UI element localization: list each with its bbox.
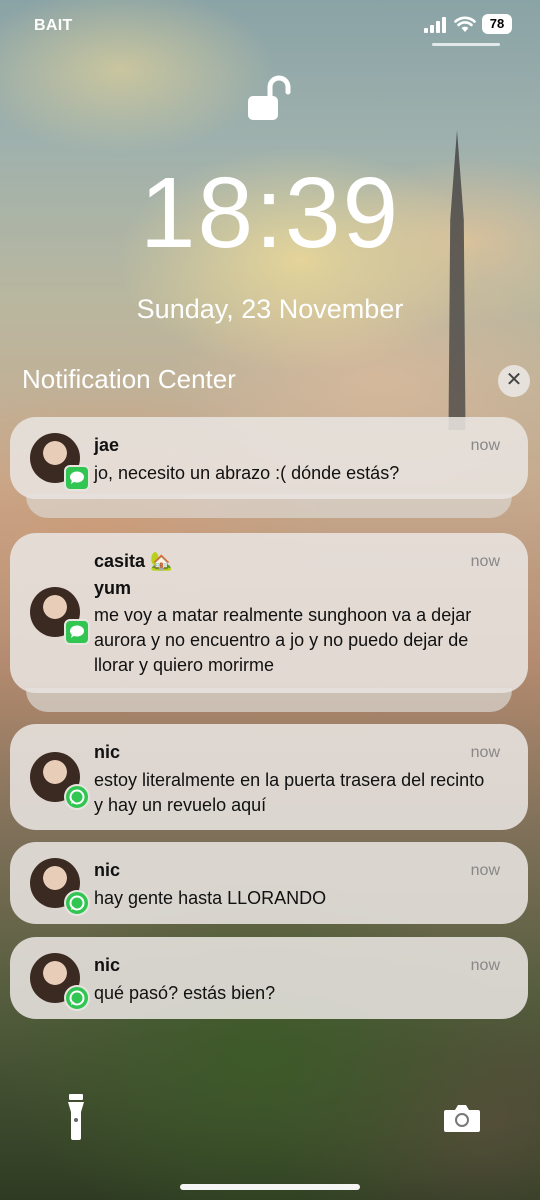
clear-notifications-button[interactable]: ✕ (498, 365, 530, 397)
lock-screen-date: Sunday, 23 November (136, 294, 404, 324)
notification-time: now (470, 437, 500, 454)
notification-sender: nic (94, 955, 121, 975)
notification-body: hay gente hasta LLORANDO (94, 888, 327, 908)
wifi-icon (454, 16, 476, 32)
notification-body: estoy literalmente en la puerta trasera … (94, 770, 485, 815)
unlocked-padlock-icon (248, 75, 291, 120)
notification-time: now (470, 553, 500, 570)
notification-time: now (470, 744, 500, 761)
notification-time: now (470, 957, 500, 974)
notification-card[interactable]: nic now hay gente hasta LLORANDO (10, 842, 528, 924)
notification-body: me voy a matar realmente sunghoon va a d… (94, 605, 472, 675)
whatsapp-icon (64, 784, 90, 810)
flashlight-icon[interactable] (58, 1092, 94, 1142)
cellular-signal-icon (424, 17, 446, 33)
notification-card[interactable]: jae now jo, necesito un abrazo :( dónde … (10, 417, 528, 499)
notification-group-name: casita 🏡 (94, 551, 173, 571)
notification-card[interactable]: nic now qué pasó? estás bien? (10, 937, 528, 1019)
carrier-name: BAIT (34, 17, 73, 34)
notification-card[interactable]: casita 🏡 now yum me voy a matar realment… (10, 533, 528, 693)
notification-sender: jae (94, 435, 120, 455)
notification-body: qué pasó? estás bien? (94, 983, 276, 1003)
camera-icon[interactable] (442, 1098, 482, 1138)
lock-screen-time: 18:39 (139, 157, 401, 269)
notification-sender: nic (94, 860, 121, 880)
notification-center-title: Notification Center (22, 364, 236, 394)
whatsapp-icon (64, 890, 90, 916)
messages-icon (64, 619, 90, 645)
home-indicator[interactable] (180, 1184, 360, 1190)
notification-sender: nic (94, 742, 121, 762)
notification-body: jo, necesito un abrazo :( dónde estás? (94, 463, 400, 483)
control-center-grabber[interactable] (432, 43, 500, 46)
whatsapp-icon (64, 985, 90, 1011)
notification-time: now (470, 862, 500, 879)
notification-sender: yum (94, 578, 132, 598)
battery-indicator: 78 (482, 14, 512, 34)
notification-card[interactable]: nic now estoy literalmente en la puerta … (10, 724, 528, 830)
status-bar: BAIT 78 (0, 0, 540, 50)
messages-icon (64, 465, 90, 491)
